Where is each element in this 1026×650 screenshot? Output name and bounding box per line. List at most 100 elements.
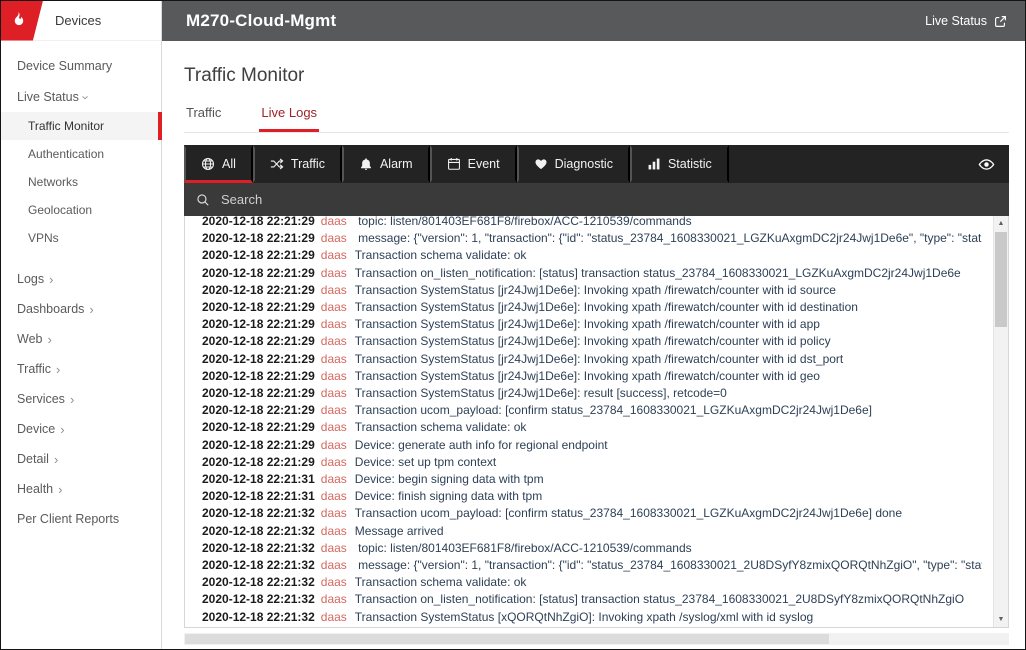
log-source: daas	[321, 386, 347, 400]
log-timestamp: 2020-12-18 22:21:32	[202, 558, 315, 572]
sidebar-item-live-status[interactable]: Live Status›	[1, 81, 161, 112]
log-timestamp: 2020-12-18 22:21:29	[202, 420, 315, 434]
sidebar-item-label: Health	[17, 482, 53, 496]
log-filter-tabs: AllTraffic Alarm Event Diagnostic Statistic	[184, 145, 729, 183]
search-input[interactable]	[219, 191, 719, 208]
log-message: Transaction SystemStatus [jr24Jwj1De6e]:…	[355, 386, 727, 400]
log-filter-all[interactable]: All	[184, 145, 253, 183]
log-source: daas	[321, 231, 347, 245]
horizontal-scrollbar[interactable]	[184, 633, 1009, 645]
log-timestamp: 2020-12-18 22:21:32	[202, 592, 315, 606]
log-timestamp: 2020-12-18 22:21:29	[202, 369, 315, 383]
heart-icon	[534, 157, 548, 171]
sidebar-item-vpns[interactable]: VPNs	[1, 224, 161, 252]
log-source: daas	[321, 283, 347, 297]
log-source: daas	[321, 592, 347, 606]
sidebar-item-device[interactable]: Device›	[1, 414, 161, 444]
log-source: daas	[321, 216, 347, 228]
sidebar-item-networks[interactable]: Networks	[1, 168, 161, 196]
page-title: Traffic Monitor	[184, 65, 1009, 87]
bar-chart-icon	[647, 157, 661, 171]
log-filter-alarm[interactable]: Alarm	[342, 145, 430, 183]
log-message: Transaction SystemStatus [jr24Jwj1De6e]:…	[355, 334, 831, 348]
log-source: daas	[321, 524, 347, 538]
watchguard-flame-logo	[1, 1, 43, 41]
log-line: 2020-12-18 22:21:32 daas Transaction on_li…	[202, 591, 982, 608]
log-message: Transaction schema validate: ok	[355, 248, 527, 262]
log-timestamp: 2020-12-18 22:21:29	[202, 283, 315, 297]
log-line: 2020-12-18 22:21:29daasTransaction schem…	[202, 419, 982, 436]
log-message: Transaction SystemStatus [jr24Jwj1De6e]:…	[355, 369, 820, 383]
sidebar-item-traffic[interactable]: Traffic›	[1, 354, 161, 384]
log-filter-diagnostic[interactable]: Diagnostic	[517, 145, 630, 183]
tab-live-logs[interactable]: Live Logs	[259, 101, 319, 132]
log-timestamp: 2020-12-18 22:21:29	[202, 334, 315, 348]
log-line: 2020-12-18 22:21:29daasTransaction ucom_…	[202, 402, 982, 419]
sidebar-item-label: Detail	[17, 452, 49, 466]
live-scroll-toggle-button[interactable]	[976, 152, 997, 177]
log-line: 2020-12-18 22:21:32daasTransaction Syste…	[202, 609, 982, 626]
log-timestamp: 2020-12-18 22:21:29	[202, 386, 315, 400]
log-message: Transaction on_listen_notification: [sta…	[355, 266, 961, 280]
log-source: daas	[321, 300, 347, 314]
log-timestamp: 2020-12-18 22:21:29	[202, 231, 315, 245]
sidebar-item-traffic-monitor[interactable]: Traffic Monitor	[1, 112, 161, 140]
scroll-up-arrow-icon[interactable]: ▲	[994, 216, 1008, 231]
scrollbar-track[interactable]	[994, 231, 1008, 612]
top-header: M270-Cloud-Mgmt Live Status	[162, 1, 1025, 41]
sidebar-item-logs[interactable]: Logs›	[1, 264, 161, 294]
log-source: daas	[321, 248, 347, 262]
search-icon	[196, 193, 210, 207]
log-filter-traffic[interactable]: Traffic	[253, 145, 342, 183]
log-message: Transaction ucom_payload: [confirm statu…	[355, 403, 872, 417]
vertical-scrollbar[interactable]: ▲ ▼	[993, 216, 1008, 627]
sidebar-item-label: Geolocation	[28, 203, 92, 217]
log-source: daas	[321, 266, 347, 280]
sidebar-item-geolocation[interactable]: Geolocation	[1, 196, 161, 224]
sidebar-item-health[interactable]: Health›	[1, 474, 161, 504]
log-message: Device: finish signing data with tpm	[355, 489, 542, 503]
log-filter-label: Event	[468, 157, 500, 171]
sidebar-item-label: Dashboards	[17, 302, 84, 316]
log-filter-label: Alarm	[380, 157, 413, 171]
log-output: 2020-12-18 22:21:29daas topic: listen/80…	[184, 216, 1009, 628]
flame-icon	[7, 10, 29, 32]
log-filter-statistic[interactable]: Statistic	[630, 145, 729, 183]
sidebar-item-dashboards[interactable]: Dashboards›	[1, 294, 161, 324]
log-source: daas	[321, 334, 347, 348]
sidebar-item-authentication[interactable]: Authentication	[1, 140, 161, 168]
sidebar-item-web[interactable]: Web›	[1, 324, 161, 354]
live-status-link[interactable]: Live Status	[925, 14, 1007, 28]
log-line: 2020-12-18 22:21:29daasTransaction Syste…	[202, 299, 982, 316]
sidebar-item-label: Logs	[17, 272, 44, 286]
live-status-label: Live Status	[925, 14, 987, 28]
log-source: daas	[321, 472, 347, 486]
sidebar-item-label: Live Status	[17, 90, 79, 104]
log-line: 2020-12-18 22:21:29daasTransaction Syste…	[202, 351, 982, 368]
eye-icon	[978, 156, 995, 173]
bell-icon	[359, 157, 373, 171]
log-timestamp: 2020-12-18 22:21:29	[202, 216, 315, 228]
sidebar-item-label: Authentication	[28, 147, 104, 161]
sidebar-item-label: Device	[17, 422, 55, 436]
sidebar-item-label: Per Client Reports	[17, 512, 119, 526]
log-timestamp: 2020-12-18 22:21:32	[202, 506, 315, 520]
content-tabs: Traffic Live Logs	[184, 101, 1009, 133]
horizontal-scrollbar-thumb[interactable]	[185, 634, 829, 644]
log-source: daas	[321, 541, 347, 555]
log-line: 2020-12-18 22:21:32daasTransaction schem…	[202, 574, 982, 591]
scrollbar-thumb[interactable]	[995, 232, 1007, 327]
tab-traffic[interactable]: Traffic	[184, 101, 223, 132]
scroll-down-arrow-icon[interactable]: ▼	[994, 612, 1008, 627]
log-filter-event[interactable]: Event	[430, 145, 517, 183]
sidebar-item-per-client-reports[interactable]: Per Client Reports	[1, 504, 161, 534]
log-line: 2020-12-18 22:21:31daasDevice: finish si…	[202, 488, 982, 505]
sidebar-item-detail[interactable]: Detail›	[1, 444, 161, 474]
log-filter-label: Diagnostic	[555, 157, 613, 171]
log-timestamp: 2020-12-18 22:21:32	[202, 541, 315, 555]
sidebar-item-device-summary[interactable]: Device Summary	[1, 51, 161, 81]
log-message: Transaction schema validate: ok	[355, 420, 527, 434]
log-source: daas	[321, 489, 347, 503]
log-message: Transaction on_listen_notification: [sta…	[355, 592, 964, 606]
sidebar-item-services[interactable]: Services›	[1, 384, 161, 414]
